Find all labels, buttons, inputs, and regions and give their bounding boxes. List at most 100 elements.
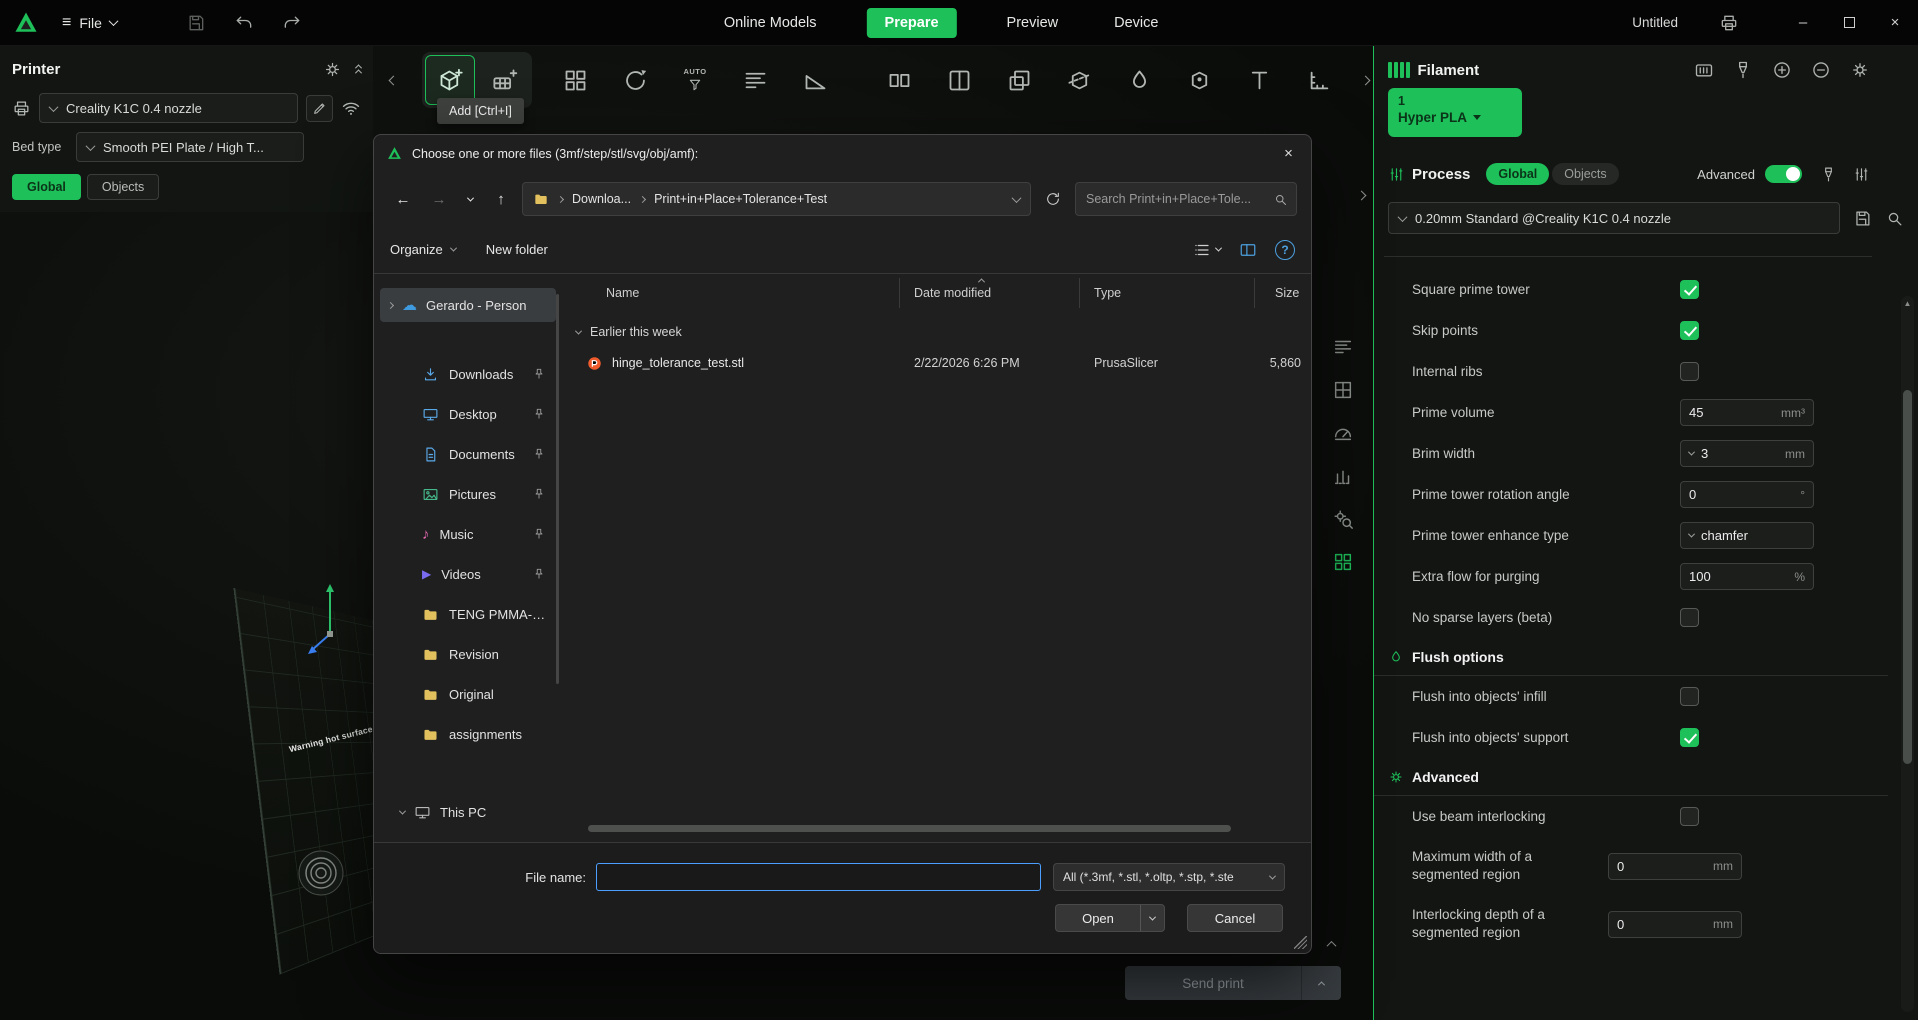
sidebar-item-pictures[interactable]: Pictures: [380, 474, 556, 514]
edit-printer-button[interactable]: [306, 94, 333, 122]
remote-print-button[interactable]: [1712, 6, 1746, 40]
refresh-button[interactable]: [1037, 184, 1069, 214]
search-icon[interactable]: [1273, 192, 1288, 207]
send-print-label[interactable]: Send print: [1125, 966, 1301, 1000]
text-tool-button[interactable]: [1234, 55, 1284, 105]
tab-online-models[interactable]: Online Models: [718, 8, 823, 38]
help-button[interactable]: ?: [1275, 239, 1295, 260]
sidebar-item-music[interactable]: ♪ Music: [380, 514, 556, 554]
measure-button[interactable]: [1294, 55, 1344, 105]
tab-quality-icon[interactable]: [1330, 334, 1356, 360]
remove-filament-icon[interactable]: [1811, 60, 1831, 80]
tab-speed-icon[interactable]: [1330, 420, 1356, 446]
filament-dropdown-icon[interactable]: [1473, 115, 1482, 120]
nozzle-compare-icon[interactable]: [1820, 166, 1837, 183]
file-name-input[interactable]: [596, 863, 1041, 891]
sidebar-item-folder[interactable]: Revision: [380, 634, 556, 674]
open-options-button[interactable]: [1140, 905, 1164, 931]
search-settings-button[interactable]: [1885, 209, 1904, 228]
maximize-button[interactable]: [1826, 0, 1872, 46]
tab-device[interactable]: Device: [1108, 8, 1164, 38]
breadcrumb-folder[interactable]: Print+in+Place+Tolerance+Test: [654, 192, 827, 206]
checkbox[interactable]: [1680, 807, 1699, 826]
undo-button[interactable]: [227, 6, 261, 40]
variable-layer-height-button[interactable]: [730, 55, 780, 105]
value-input[interactable]: 100%: [1680, 563, 1814, 590]
group-header-earlier-this-week[interactable]: Earlier this week: [560, 316, 1311, 348]
dialog-titlebar[interactable]: Choose one or more files (3mf/step/stl/s…: [374, 135, 1311, 172]
bed-type-select[interactable]: Smooth PEI Plate / High T...: [76, 132, 304, 162]
value-input[interactable]: 0 °: [1680, 481, 1814, 508]
new-folder-button[interactable]: New folder: [486, 242, 548, 257]
value-input[interactable]: 0 mm: [1608, 852, 1742, 880]
toolbar-scroll-right-button[interactable]: [1354, 55, 1376, 105]
scrollbar-thumb[interactable]: [588, 825, 1231, 832]
process-preset-select[interactable]: 0.20mm Standard @Creality K1C 0.4 nozzle: [1388, 202, 1840, 234]
value-input[interactable]: 45 mm³: [1680, 399, 1814, 426]
add-filament-icon[interactable]: [1772, 60, 1792, 80]
color-paint-button[interactable]: [1114, 55, 1164, 105]
minimize-button[interactable]: –: [1780, 0, 1826, 46]
resize-grip[interactable]: [1294, 936, 1307, 949]
sidebar-item-desktop[interactable]: Desktop: [380, 394, 556, 434]
sidebar-item-folder[interactable]: TENG PMMA-Hu: [380, 594, 556, 634]
printer-preset-select[interactable]: Creality K1C 0.4 nozzle: [39, 93, 298, 123]
tab-strength-icon[interactable]: [1330, 377, 1356, 403]
orient-button[interactable]: [610, 55, 660, 105]
ams-icon[interactable]: [1694, 60, 1714, 80]
sidebar-item-videos[interactable]: ▶ Videos: [380, 554, 556, 594]
sidebar-item-folder[interactable]: assignments: [380, 714, 556, 754]
preview-pane-button[interactable]: [1239, 241, 1257, 259]
settings-scrollbar[interactable]: ▲: [1901, 296, 1914, 1012]
value-input[interactable]: 0 mm: [1608, 910, 1742, 938]
scrollbar-thumb[interactable]: [1903, 390, 1912, 764]
tab-prepare[interactable]: Prepare: [866, 8, 957, 38]
nav-up-button[interactable]: ↑: [486, 184, 516, 214]
advanced-mode-toggle[interactable]: [1765, 165, 1802, 183]
collapse-right-panel-button[interactable]: [1352, 182, 1370, 208]
value-select[interactable]: 3 mm: [1680, 440, 1814, 467]
address-bar[interactable]: Downloa... Print+in+Place+Tolerance+Test: [522, 182, 1031, 216]
arrange-button[interactable]: [550, 55, 600, 105]
filament-settings-gear-icon[interactable]: [1850, 60, 1870, 80]
redo-button[interactable]: [275, 6, 309, 40]
column-header-date-modified[interactable]: Date modified: [900, 278, 1080, 308]
breadcrumb-root[interactable]: Downloa...: [572, 192, 631, 206]
printer-settings-gear-icon[interactable]: [323, 60, 342, 79]
checkbox[interactable]: [1680, 362, 1699, 381]
tab-preview[interactable]: Preview: [1001, 8, 1065, 38]
search-input[interactable]: [1086, 192, 1267, 206]
column-header-type[interactable]: Type: [1080, 278, 1255, 308]
tab-multimaterial-icon[interactable]: [1330, 549, 1356, 575]
toolbar-scroll-left-button[interactable]: [382, 55, 404, 105]
collapse-icon[interactable]: [398, 807, 407, 815]
nav-back-button[interactable]: ←: [388, 184, 418, 214]
lay-on-face-button[interactable]: [790, 55, 840, 105]
filament-slot-1[interactable]: 1 Hyper PLA: [1388, 88, 1522, 137]
seam-paint-button[interactable]: [1174, 55, 1224, 105]
file-menu-button[interactable]: ≡ File: [54, 9, 125, 37]
address-dropdown-icon[interactable]: [1011, 192, 1022, 203]
send-print-options-button[interactable]: [1301, 966, 1341, 1000]
value-select[interactable]: chamfer: [1680, 522, 1814, 549]
view-mode-button[interactable]: [1193, 241, 1223, 259]
nav-recent-dropdown[interactable]: [460, 184, 480, 214]
checkbox[interactable]: [1680, 687, 1699, 706]
file-row[interactable]: hinge_tolerance_test.stl 2/22/2026 6:26 …: [560, 348, 1311, 378]
tab-global[interactable]: Global: [12, 174, 81, 200]
tab-support-icon[interactable]: [1330, 463, 1356, 489]
column-header-size[interactable]: Size: [1255, 278, 1311, 308]
expand-icon[interactable]: [386, 301, 395, 309]
tab-others-icon[interactable]: [1330, 506, 1356, 532]
process-scope-objects[interactable]: Objects: [1552, 163, 1619, 185]
sidebar-item-downloads[interactable]: Downloads: [380, 354, 556, 394]
cancel-button[interactable]: Cancel: [1187, 904, 1283, 932]
scroll-up-icon[interactable]: ▲: [1901, 299, 1914, 308]
open-button[interactable]: Open: [1056, 905, 1140, 931]
split-to-parts-button[interactable]: [934, 55, 984, 105]
assembly-view-button[interactable]: [994, 55, 1044, 105]
close-button[interactable]: ×: [1872, 0, 1918, 46]
tune-icon[interactable]: [1853, 166, 1870, 183]
checkbox[interactable]: [1680, 280, 1699, 299]
tab-objects[interactable]: Objects: [86, 174, 160, 200]
